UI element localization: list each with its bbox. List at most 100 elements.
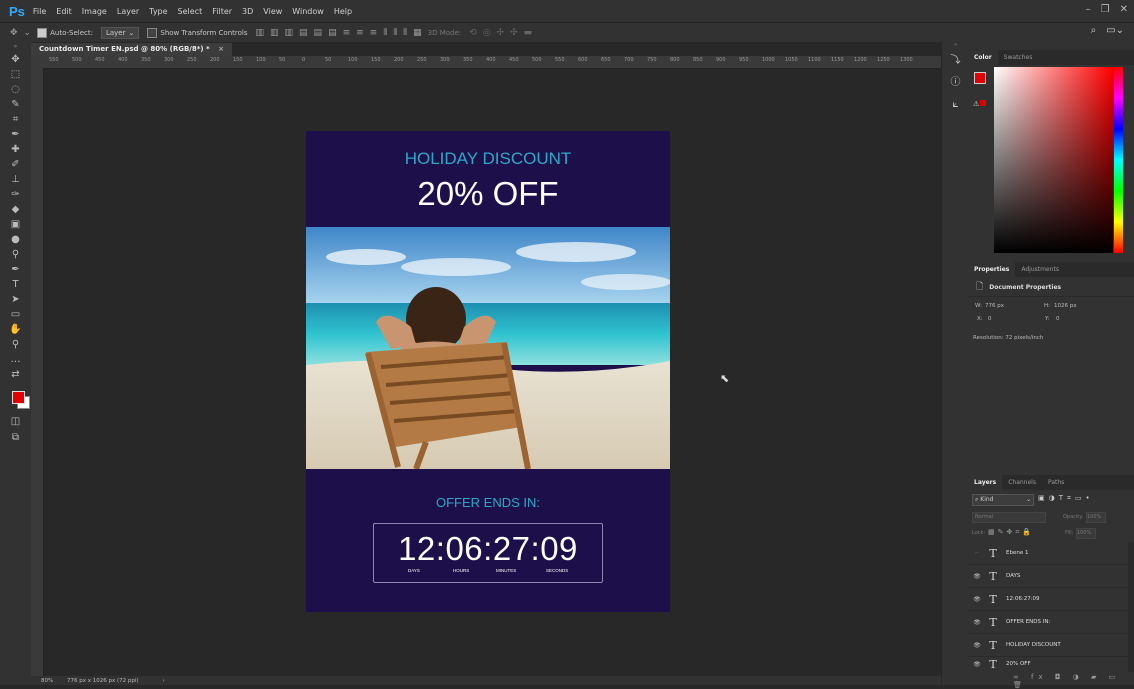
rectangle-tool-icon[interactable]: ▭ [0,307,31,322]
layer-row[interactable]: 👁 T OFFER ENDS IN: [968,611,1128,634]
foreground-color-swatch[interactable] [12,391,25,404]
distribute-vcenter-icon[interactable]: ≡ [356,28,364,38]
tab-swatches[interactable]: Swatches [998,50,1039,65]
hand-tool-icon[interactable]: ✋ [0,322,31,337]
brush-settings-icon[interactable]: ⟀ [942,94,969,116]
fill-value[interactable]: 100% [1076,528,1096,539]
align-hcenter-icon[interactable]: ▤ [314,28,323,38]
tab-paths[interactable]: Paths [1042,475,1070,490]
x-value[interactable]: 0 [988,316,992,322]
auto-select-dropdown[interactable]: Layer ⌄ [100,27,140,39]
chevron-down-icon[interactable]: ⌄ [24,28,32,38]
distribute-hcenter-icon[interactable]: ⦀ [393,28,397,38]
lock-icons[interactable]: ▦✎✥⌗🔒 [988,528,1034,537]
width-value[interactable]: 776 px [985,303,1004,309]
show-transform-option[interactable]: Show Transform Controls [147,28,247,38]
layer-row[interactable]: 👁 T 20% OFF [968,657,1128,671]
menu-view[interactable]: View [263,7,282,16]
color-picker-field[interactable] [994,67,1113,253]
menu-layer[interactable]: Layer [117,7,139,16]
menu-image[interactable]: Image [82,7,107,16]
tab-channels[interactable]: Channels [1002,475,1042,490]
marquee-tool-icon[interactable]: ⬚ [0,67,31,82]
menu-select[interactable]: Select [178,7,203,16]
move-tool-icon[interactable]: ✥ [10,28,18,38]
dock-collapse-icon[interactable]: « [942,42,969,50]
menu-edit[interactable]: Edit [56,7,72,16]
align-left-icon[interactable]: ▤ [299,28,308,38]
workspace-icon[interactable]: ▭⌄ [1106,25,1124,36]
info-panel-icon[interactable]: ⓘ [942,72,969,94]
menu-3d[interactable]: 3D [242,7,253,16]
eyedropper-tool-icon[interactable]: ✒ [0,127,31,142]
blend-mode-dropdown[interactable]: Normal [972,512,1046,523]
auto-select-checkbox[interactable] [37,28,48,38]
auto-align-icon[interactable]: ▦ [413,28,422,38]
layer-row[interactable]: 👁 T DAYS [968,565,1128,588]
menu-type[interactable]: Type [149,7,167,16]
3d-slide-icon[interactable]: ✣ [510,28,518,38]
blur-tool-icon[interactable]: ● [0,232,31,247]
visibility-off-icon[interactable]: ⌐ [968,550,986,557]
color-fg-swatch[interactable] [974,72,986,84]
restore-icon[interactable]: ❐ [1101,4,1110,15]
layers-scrollbar[interactable] [1128,542,1134,672]
layers-footer-icons[interactable]: ∞ fx ◘ ◑ ▰ ▭ 🗑 [1013,673,1134,689]
3d-rotate-icon[interactable]: ⟲ [469,28,477,38]
eye-icon[interactable]: 👁 [968,573,986,580]
type-tool-icon[interactable]: T [0,277,31,292]
layer-row[interactable]: ⌐ T Ebene 1 [968,542,1128,565]
eye-icon[interactable]: 👁 [968,596,986,603]
distribute-right-icon[interactable]: ⦀ [403,28,407,38]
close-tab-icon[interactable]: × [218,45,224,53]
history-brush-tool-icon[interactable]: ✑ [0,187,31,202]
tab-properties[interactable]: Properties [968,262,1016,277]
3d-scale-icon[interactable]: ▬ [524,28,533,38]
collapse-icon[interactable]: » [0,42,31,52]
hue-slider[interactable] [1114,67,1123,253]
clone-stamp-tool-icon[interactable]: ⊥ [0,172,31,187]
auto-select-option[interactable]: Auto-Select: [37,28,93,38]
height-value[interactable]: 1026 px [1054,303,1077,309]
quick-select-tool-icon[interactable]: ✎ [0,97,31,112]
document-canvas[interactable]: HOLIDAY DISCOUNT 20% OFF OFFER ENDS IN: … [306,131,670,612]
eye-icon[interactable]: 👁 [968,661,986,668]
align-vcenter-icon[interactable]: ▥ [270,28,279,38]
crop-tool-icon[interactable]: ⌗ [0,112,31,127]
align-right-icon[interactable]: ▤ [328,28,337,38]
status-chevron-icon[interactable]: › [163,678,165,684]
y-value[interactable]: 0 [1056,316,1060,322]
close-icon[interactable]: ✕ [1120,4,1128,15]
menu-filter[interactable]: Filter [212,7,232,16]
distribute-top-icon[interactable]: ≡ [343,28,351,38]
eye-icon[interactable]: 👁 [968,642,986,649]
filter-kind-dropdown[interactable]: ⌕ Kind ⌄ [972,494,1034,506]
tab-color[interactable]: Color [968,50,998,65]
distribute-bottom-icon[interactable]: ≡ [370,28,378,38]
pen-tool-icon[interactable]: ✒ [0,262,31,277]
screen-mode-icon[interactable]: ⧉ [0,430,31,445]
align-top-icon[interactable]: ▥ [255,28,264,38]
quick-mask-icon[interactable]: ◫ [0,414,31,429]
layer-filter-icons[interactable]: ▣◑T⌗▭• [1038,494,1094,503]
move-tool-icon[interactable]: ✥ [0,52,31,67]
menu-help[interactable]: Help [334,7,352,16]
search-icon[interactable]: ⌕ [1091,25,1097,36]
tab-adjustments[interactable]: Adjustments [1015,262,1065,277]
more-tools-icon[interactable]: … [0,352,31,367]
eye-icon[interactable]: 👁 [968,619,986,626]
menu-window[interactable]: Window [292,7,324,16]
tab-layers[interactable]: Layers [968,475,1003,490]
3d-roll-icon[interactable]: ◎ [483,28,491,38]
path-select-tool-icon[interactable]: ➤ [0,292,31,307]
default-colors-icon[interactable]: ⇄ [0,367,31,381]
minimize-icon[interactable]: – [1086,4,1091,15]
dodge-tool-icon[interactable]: ⚲ [0,247,31,262]
brush-tool-icon[interactable]: ✐ [0,157,31,172]
layer-row[interactable]: 👁 T 12:06:27:09 [968,588,1128,611]
zoom-level[interactable]: 80% [41,678,67,684]
show-transform-checkbox[interactable] [147,28,158,38]
align-bottom-icon[interactable]: ▥ [285,28,294,38]
menu-file[interactable]: File [33,7,46,16]
distribute-left-icon[interactable]: ⦀ [383,28,387,38]
